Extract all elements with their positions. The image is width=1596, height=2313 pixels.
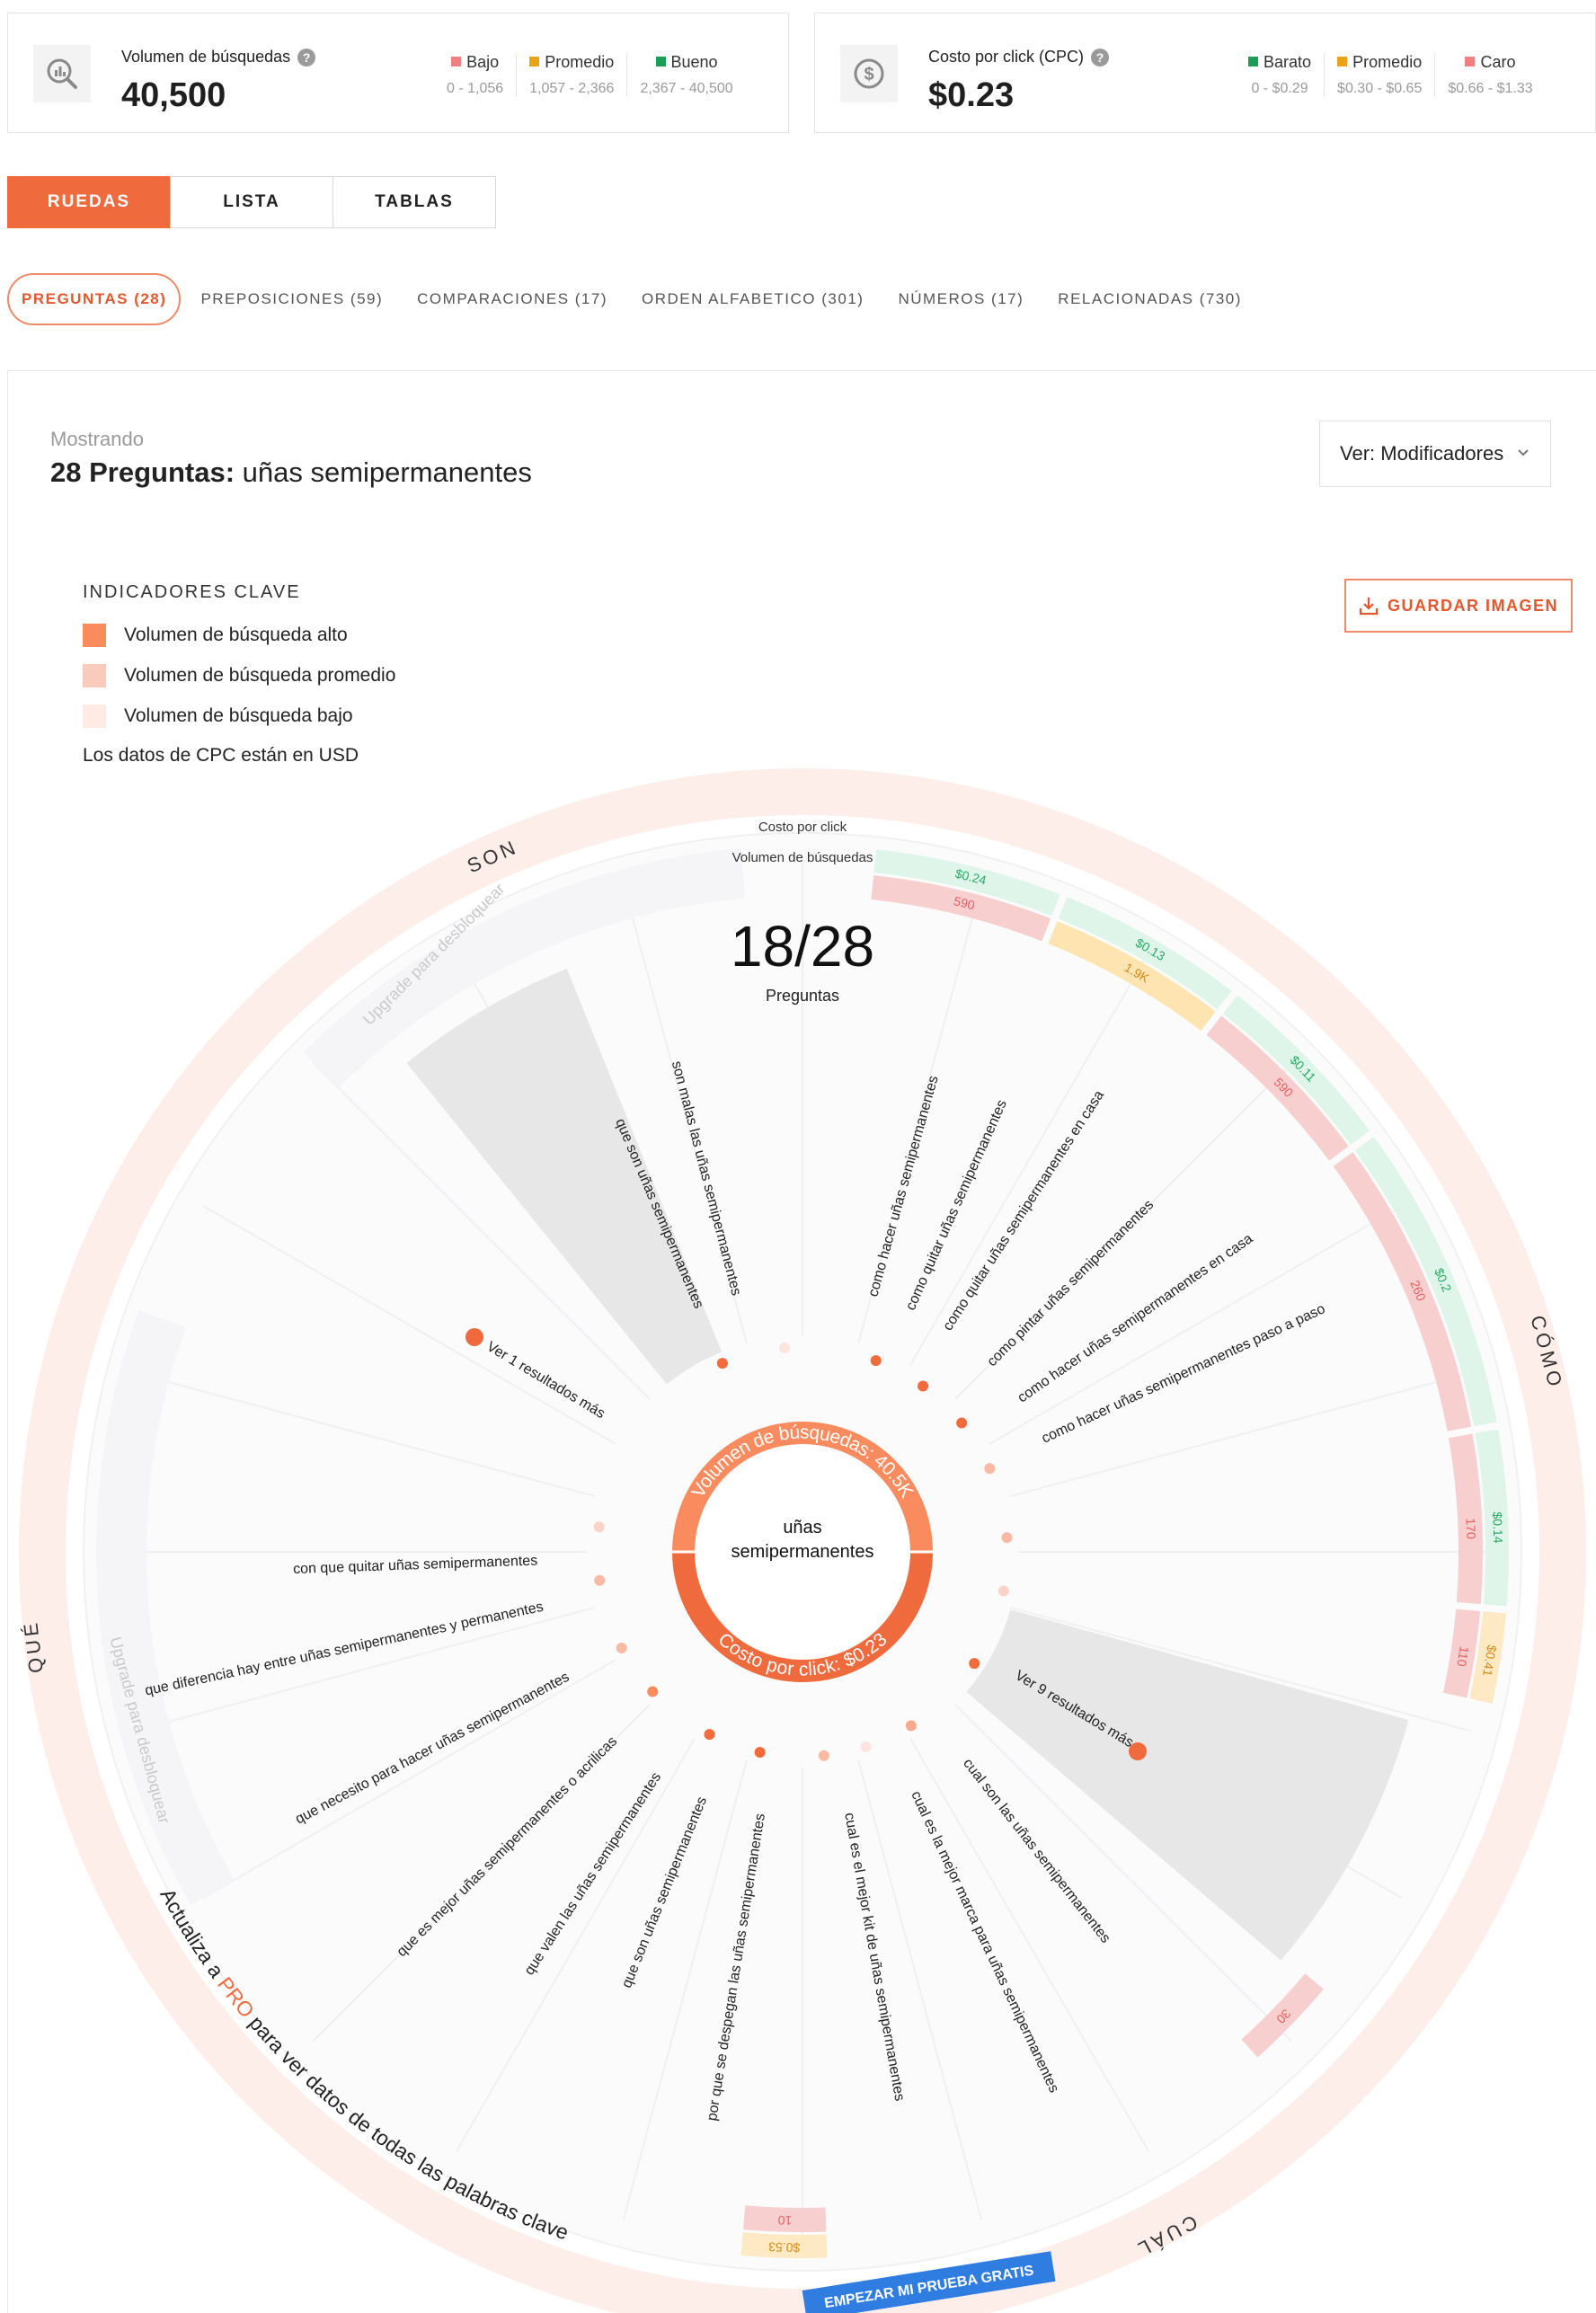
volume-dot bbox=[594, 1574, 606, 1586]
volume-dot bbox=[647, 1686, 659, 1697]
question-wheel: SONCÓMOCUÁLPOR QUÉQUÉ5901.9K590260170110… bbox=[19, 768, 1586, 2313]
volume-dot bbox=[593, 1521, 605, 1533]
wheel-cpc-caption: Costo por click bbox=[758, 820, 847, 835]
wheel-volume-caption: Volumen de búsquedas bbox=[732, 850, 873, 865]
cpc-badge: $0.53 bbox=[768, 2240, 801, 2255]
volume-dot bbox=[616, 1643, 627, 1654]
volume-dot bbox=[716, 1358, 728, 1369]
volume-dot bbox=[704, 1729, 715, 1741]
volume-dot bbox=[754, 1747, 766, 1759]
volume-dot bbox=[1001, 1532, 1013, 1544]
center-keyword: semipermanentes bbox=[732, 1542, 874, 1562]
see-more-como-icon[interactable] bbox=[1129, 1742, 1147, 1760]
volume-dot bbox=[818, 1750, 829, 1761]
volume-dot bbox=[905, 1720, 917, 1732]
see-more-son-icon[interactable] bbox=[466, 1328, 483, 1346]
volume-dot bbox=[860, 1741, 872, 1752]
volume-dot bbox=[870, 1355, 882, 1367]
volume-badge: 10 bbox=[777, 2213, 792, 2228]
center-keyword: uñas bbox=[783, 1518, 821, 1538]
volume-dot bbox=[779, 1342, 791, 1353]
volume-badge: 170 bbox=[1463, 1518, 1478, 1539]
volume-dot bbox=[969, 1658, 980, 1670]
results-counter: 18/28 bbox=[731, 914, 874, 979]
results-counter-label: Preguntas bbox=[766, 987, 839, 1005]
volume-dot bbox=[956, 1417, 968, 1429]
volume-dot bbox=[984, 1463, 996, 1475]
volume-dot bbox=[998, 1585, 1009, 1597]
volume-dot bbox=[918, 1380, 929, 1392]
cpc-badge: $0.14 bbox=[1490, 1511, 1505, 1544]
